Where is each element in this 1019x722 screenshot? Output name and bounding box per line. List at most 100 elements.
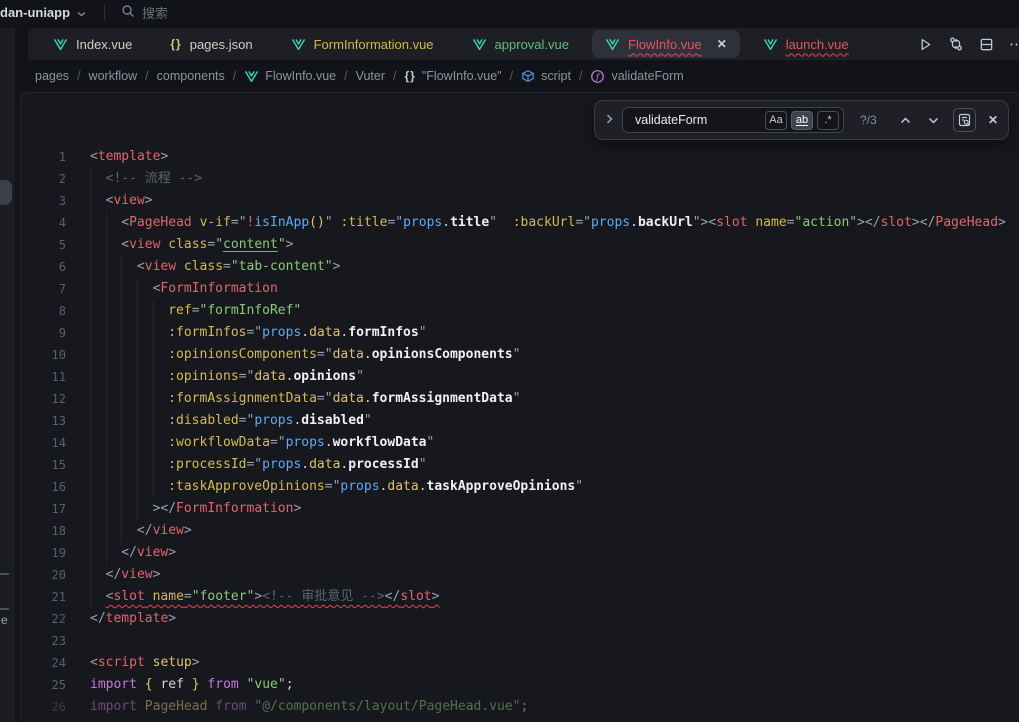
breadcrumb-item-vuter[interactable]: Vuter bbox=[356, 69, 385, 83]
code-line-3[interactable]: 3<view> bbox=[21, 190, 1019, 212]
token: props bbox=[262, 325, 301, 340]
tab-flowinfo-vue[interactable]: FlowInfo.vue✕ bbox=[592, 30, 740, 58]
token: view bbox=[153, 523, 184, 538]
run-icon[interactable] bbox=[918, 37, 933, 52]
tab-pages-json[interactable]: {}pages.json bbox=[151, 28, 271, 60]
find-input[interactable] bbox=[633, 112, 765, 128]
code-line-24[interactable]: 24<script setup> bbox=[21, 652, 1019, 674]
breadcrumb-separator: / bbox=[393, 69, 396, 83]
token: > bbox=[432, 589, 440, 604]
token: =" bbox=[239, 413, 255, 428]
code-line-20[interactable]: 20</view> bbox=[21, 564, 1019, 586]
code-line-21[interactable]: 21<slot name="footer"><!-- 审批意见 --></slo… bbox=[21, 586, 1019, 608]
sidebar-fragment bbox=[0, 608, 9, 610]
code-line-1[interactable]: 1<template> bbox=[21, 146, 1019, 168]
code-line-22[interactable]: 22</template> bbox=[21, 608, 1019, 630]
indent-guide bbox=[153, 410, 169, 432]
breadcrumb-item-flowinfo-vue[interactable]: {}"FlowInfo.vue" bbox=[405, 69, 502, 83]
tab-label: launch.vue bbox=[786, 37, 849, 52]
whole-word-button[interactable]: ab bbox=[791, 111, 813, 130]
code-line-10[interactable]: 10:opinionsComponents="data.opinionsComp… bbox=[21, 344, 1019, 366]
code-line-9[interactable]: 9:formInfos="props.data.formInfos" bbox=[21, 322, 1019, 344]
code-line-2[interactable]: 2<!-- 流程 --> bbox=[21, 168, 1019, 190]
code-line-19[interactable]: 19</view> bbox=[21, 542, 1019, 564]
git-compare-icon[interactable] bbox=[948, 36, 964, 52]
chevron-down-icon[interactable] bbox=[77, 4, 86, 22]
split-editor-icon[interactable] bbox=[979, 37, 994, 52]
find-close-button[interactable]: ✕ bbox=[988, 113, 998, 127]
token: taskApproveOpinions bbox=[427, 479, 576, 494]
match-case-button[interactable]: Aa bbox=[765, 111, 787, 130]
find-next-button[interactable] bbox=[928, 111, 939, 129]
breadcrumb-item-validateform[interactable]: fvalidateForm bbox=[590, 69, 683, 84]
code-line-5[interactable]: 5<view class="content"> bbox=[21, 234, 1019, 256]
indent-guide bbox=[90, 190, 106, 212]
find-previous-button[interactable] bbox=[900, 111, 911, 129]
vue-icon bbox=[244, 70, 259, 83]
indent-guide bbox=[121, 322, 137, 344]
indent-guide bbox=[90, 366, 106, 388]
code-line-14[interactable]: 14:workflowData="props.workflowData" bbox=[21, 432, 1019, 454]
code-line-17[interactable]: 17></FormInformation> bbox=[21, 498, 1019, 520]
token: > bbox=[998, 215, 1006, 230]
expand-replace-icon[interactable] bbox=[606, 111, 613, 129]
project-name[interactable]: dan-uniapp bbox=[0, 5, 70, 20]
token: class bbox=[168, 237, 207, 252]
global-search[interactable]: 搜索 bbox=[121, 3, 168, 22]
tab-close-icon[interactable]: ✕ bbox=[717, 37, 727, 51]
token: props bbox=[286, 435, 325, 450]
code-line-4[interactable]: 4<PageHead v-if="!isInApp()" :title="pro… bbox=[21, 212, 1019, 234]
tab-approval-vue[interactable]: approval.vue bbox=[453, 28, 588, 60]
token: "vue" bbox=[247, 677, 286, 692]
token: content bbox=[223, 237, 278, 252]
code-line-11[interactable]: 11:opinions="data.opinions" bbox=[21, 366, 1019, 388]
editor[interactable]: 1<template>2<!-- 流程 -->3<view>4<PageHead… bbox=[20, 92, 1019, 722]
code-line-23[interactable]: 23 bbox=[21, 630, 1019, 652]
find-widget: Aaab.* ?/3 ✕ bbox=[594, 100, 1009, 140]
code-line-25[interactable]: 25import { ref } from "vue"; bbox=[21, 674, 1019, 696]
code-line-15[interactable]: 15:processId="props.data.processId" bbox=[21, 454, 1019, 476]
tab-index-vue[interactable]: Index.vue bbox=[34, 28, 151, 60]
breadcrumb-item-components[interactable]: components bbox=[157, 69, 225, 83]
code-line-16[interactable]: 16:taskApproveOpinions="props.data.taskA… bbox=[21, 476, 1019, 498]
search-icon bbox=[121, 4, 135, 21]
code-line-12[interactable]: 12:formAssignmentData="data.formAssignme… bbox=[21, 388, 1019, 410]
breadcrumb-item-pages[interactable]: pages bbox=[35, 69, 69, 83]
find-in-selection-button[interactable] bbox=[953, 108, 976, 132]
token: props bbox=[254, 413, 293, 428]
tab-launch-vue[interactable]: launch.vue bbox=[744, 28, 868, 60]
indent-guide bbox=[106, 278, 122, 300]
code-line-13[interactable]: 13:disabled="props.disabled" bbox=[21, 410, 1019, 432]
code-line-18[interactable]: 18</view> bbox=[21, 520, 1019, 542]
breadcrumb-item-script[interactable]: script bbox=[521, 69, 571, 83]
indent-guide bbox=[137, 278, 153, 300]
tab-bar: Index.vue{}pages.jsonFormInformation.vue… bbox=[28, 28, 1019, 60]
search-label: 搜索 bbox=[142, 3, 168, 22]
code-line-7[interactable]: 7<FormInformation bbox=[21, 278, 1019, 300]
code-line-26[interactable]: 26import PageHead from "@/components/lay… bbox=[21, 696, 1019, 718]
indent-guide bbox=[153, 366, 169, 388]
breadcrumb-item-flowinfo-vue[interactable]: FlowInfo.vue bbox=[244, 69, 336, 83]
sidebar-scroll-handle[interactable] bbox=[0, 180, 12, 205]
braces-icon: {} bbox=[170, 37, 181, 51]
breadcrumb-separator: / bbox=[510, 69, 513, 83]
line-number: 23 bbox=[21, 630, 66, 652]
token: slot bbox=[113, 589, 144, 604]
token bbox=[239, 677, 247, 692]
regex-button[interactable]: .* bbox=[817, 111, 839, 130]
token: :disabled bbox=[168, 413, 238, 428]
token: ; bbox=[521, 699, 529, 714]
tab-forminformation-vue[interactable]: FormInformation.vue bbox=[272, 28, 453, 60]
indent-guide bbox=[153, 322, 169, 344]
code-area[interactable]: 1<template>2<!-- 流程 -->3<view>4<PageHead… bbox=[21, 146, 1019, 718]
indent-guide bbox=[137, 476, 153, 498]
breadcrumb-separator: / bbox=[344, 69, 347, 83]
code-line-8[interactable]: 8ref="formInfoRef" bbox=[21, 300, 1019, 322]
code-line-6[interactable]: 6<view class="tab-content"> bbox=[21, 256, 1019, 278]
line-number: 6 bbox=[21, 256, 66, 278]
more-icon[interactable]: ⋯ bbox=[1009, 35, 1019, 53]
token: < bbox=[90, 149, 98, 164]
token: = bbox=[223, 259, 231, 274]
breadcrumb-item-workflow[interactable]: workflow bbox=[89, 69, 138, 83]
token: formAssignmentData bbox=[372, 391, 513, 406]
